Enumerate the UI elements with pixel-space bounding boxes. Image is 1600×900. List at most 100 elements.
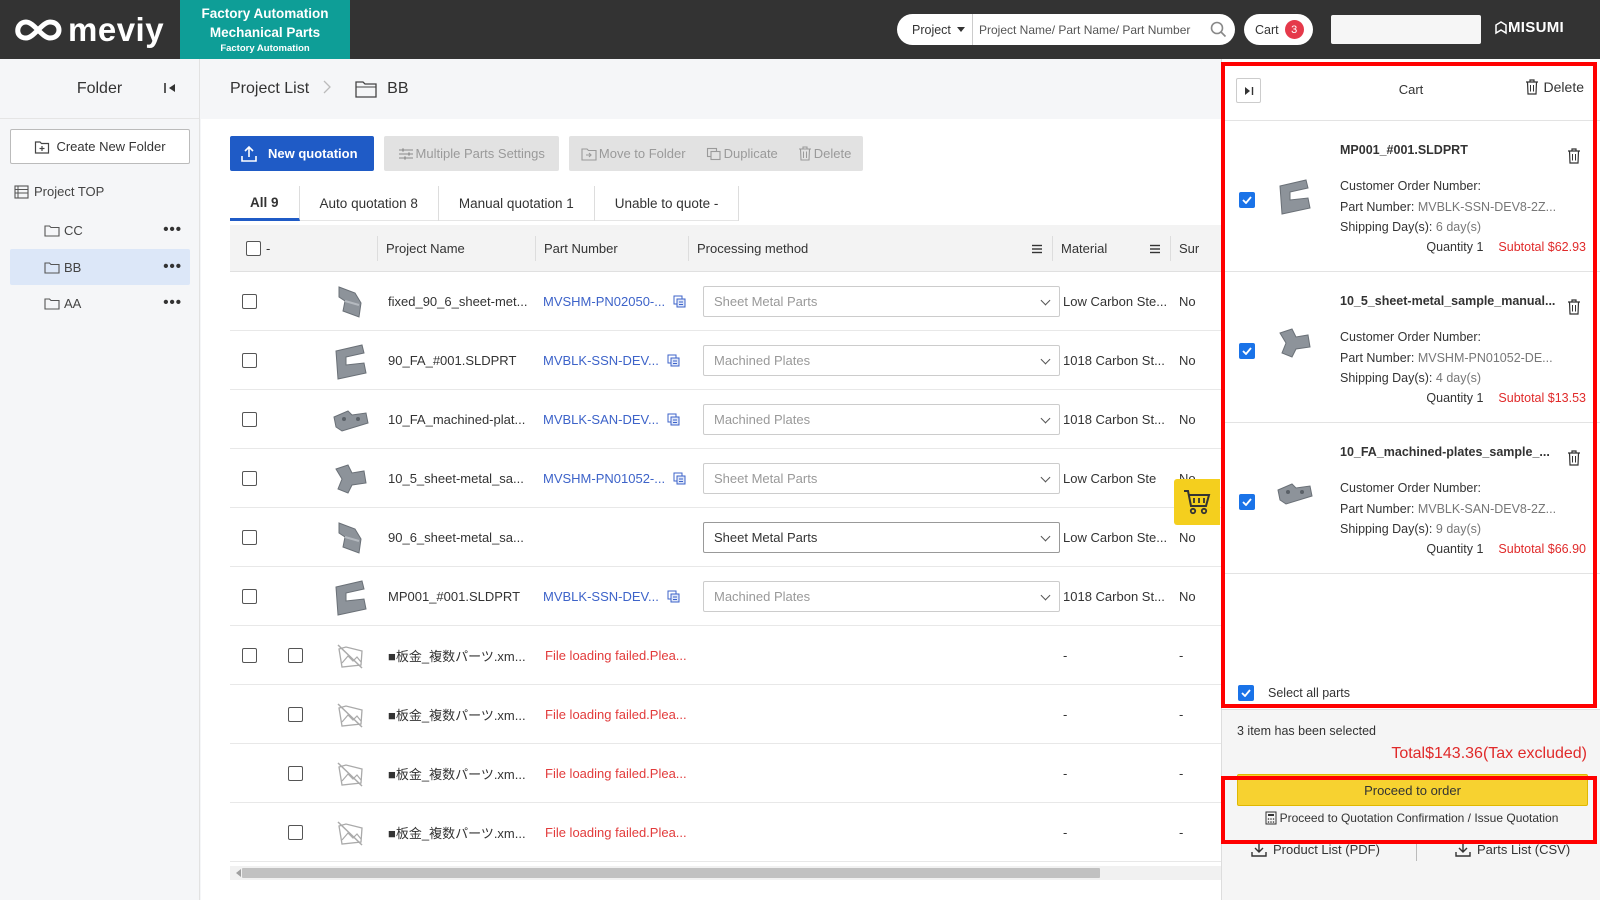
cart-button[interactable]: Cart 3 [1244, 14, 1313, 45]
part-thumbnail[interactable] [330, 331, 370, 390]
tab-all[interactable]: All 9 [230, 186, 300, 221]
cart-item-thumbnail[interactable] [1274, 478, 1314, 511]
column-processing-method[interactable]: Processing method [688, 236, 1051, 261]
part-number-cell[interactable]: MVBLK-SSN-DEV... [543, 331, 691, 390]
breadcrumb-root[interactable]: Project List [230, 80, 309, 98]
part-thumbnail[interactable] [330, 449, 370, 508]
column-menu-icon[interactable] [1031, 244, 1043, 254]
remove-item-button[interactable] [1567, 148, 1581, 167]
column-project-name[interactable]: Project Name [377, 236, 465, 261]
select-all-parts[interactable]: Select all parts [1238, 685, 1350, 701]
part-number-link[interactable]: MVBLK-SSN-DEV... [543, 589, 659, 604]
floating-cart-button[interactable] [1174, 479, 1220, 525]
table-row[interactable]: ■板金_複数パーツ.xm... File loading failed.Plea.… [230, 803, 1221, 862]
row-checkbox[interactable] [242, 530, 257, 545]
project-name-cell[interactable]: 90_6_sheet-metal_sa... [388, 508, 533, 567]
row-checkbox[interactable] [242, 648, 257, 663]
copy-icon[interactable] [667, 413, 680, 426]
part-number-link[interactable]: MVBLK-SSN-DEV... [543, 353, 659, 368]
project-name-cell[interactable]: ■板金_複数パーツ.xm... [388, 685, 533, 744]
horizontal-scrollbar[interactable] [230, 866, 1221, 880]
processing-method-select[interactable]: Sheet Metal Parts [703, 463, 1060, 494]
part-number-link[interactable]: MVBLK-SAN-DEV... [543, 412, 659, 427]
column-surface[interactable]: Sur [1170, 236, 1199, 261]
part-thumbnail[interactable] [330, 567, 370, 626]
part-thumbnail[interactable] [330, 390, 370, 449]
part-thumbnail[interactable] [330, 744, 370, 803]
processing-method-select[interactable]: Machined Plates [703, 581, 1060, 612]
quotation-confirmation-link[interactable]: Proceed to Quotation Confirmation / Issu… [1222, 811, 1600, 825]
table-row[interactable]: 10_FA_machined-plat... MVBLK-SAN-DEV... Ma… [230, 390, 1221, 449]
search-scope-select[interactable]: Project [897, 14, 973, 45]
user-account-box[interactable] [1331, 15, 1481, 44]
part-number-link[interactable]: MVSHM-PN01052-... [543, 471, 665, 486]
processing-method-select[interactable]: Machined Plates [703, 345, 1060, 376]
close-cart-icon[interactable] [1236, 78, 1261, 103]
part-thumbnail[interactable] [330, 508, 370, 567]
product-list-pdf-button[interactable]: Product List (PDF) [1250, 840, 1380, 858]
cart-item-checkbox[interactable] [1239, 494, 1255, 510]
part-thumbnail[interactable] [330, 272, 370, 331]
row-checkbox[interactable] [242, 294, 257, 309]
proceed-to-order-button[interactable]: Proceed to order [1237, 774, 1588, 806]
project-top-item[interactable]: Project TOP [14, 184, 104, 199]
cart-item-thumbnail[interactable] [1274, 327, 1314, 362]
sub-row-checkbox[interactable] [288, 707, 303, 722]
misumi-logo[interactable]: MISUMI [1494, 19, 1564, 36]
scrollbar-thumb[interactable] [242, 868, 1100, 878]
cart-item-checkbox[interactable] [1239, 343, 1255, 359]
more-options-icon[interactable]: ••• [163, 294, 182, 311]
processing-method-select[interactable]: Sheet Metal Parts [703, 522, 1060, 553]
part-number-link[interactable]: MVSHM-PN02050-... [543, 294, 665, 309]
select-all-checkbox[interactable] [246, 241, 261, 256]
copy-icon[interactable] [673, 295, 686, 308]
new-quotation-button[interactable]: New quotation [230, 136, 374, 171]
table-row[interactable]: fixed_90_6_sheet-met... MVSHM-PN02050-...… [230, 272, 1221, 331]
part-number-cell[interactable]: MVBLK-SAN-DEV... [543, 390, 691, 449]
tab-manual-quotation[interactable]: Manual quotation 1 [439, 186, 595, 221]
project-name-cell[interactable]: ■板金_複数パーツ.xm... [388, 744, 533, 803]
column-material[interactable]: Material [1052, 236, 1169, 261]
remove-item-button[interactable] [1567, 299, 1581, 318]
part-number-cell[interactable]: MVBLK-SSN-DEV... [543, 567, 691, 626]
part-number-cell[interactable]: MVSHM-PN02050-... [543, 272, 691, 331]
cart-item-checkbox[interactable] [1239, 192, 1255, 208]
table-row[interactable]: 90_FA_#001.SLDPRT MVBLK-SSN-DEV... Machine… [230, 331, 1221, 390]
table-row[interactable]: ■板金_複数パーツ.xm... File loading failed.Plea.… [230, 626, 1221, 685]
category-badge[interactable]: Factory Automation Mechanical Parts Fact… [180, 0, 350, 59]
sub-row-checkbox[interactable] [288, 766, 303, 781]
copy-icon[interactable] [667, 354, 680, 367]
folder-item-cc[interactable]: CC ••• [10, 212, 190, 248]
project-name-cell[interactable]: ■板金_複数パーツ.xm... [388, 626, 533, 685]
parts-list-csv-button[interactable]: Parts List (CSV) [1454, 840, 1570, 858]
copy-icon[interactable] [667, 590, 680, 603]
sub-row-checkbox[interactable] [288, 648, 303, 663]
select-all-parts-checkbox[interactable] [1238, 685, 1254, 701]
multiple-parts-settings-button[interactable]: Multiple Parts Settings [383, 136, 559, 171]
scroll-left-icon[interactable] [232, 869, 241, 877]
search-icon[interactable] [1201, 21, 1235, 38]
sub-row-checkbox[interactable] [288, 825, 303, 840]
table-row[interactable]: ■板金_複数パーツ.xm... File loading failed.Plea.… [230, 685, 1221, 744]
column-menu-icon[interactable] [1149, 244, 1161, 254]
row-checkbox[interactable] [242, 353, 257, 368]
table-row[interactable]: 90_6_sheet-metal_sa... Sheet Metal Parts L… [230, 508, 1221, 567]
collapse-sidebar-icon[interactable] [163, 81, 177, 100]
row-checkbox[interactable] [242, 412, 257, 427]
folder-item-bb[interactable]: BB ••• [10, 249, 190, 285]
duplicate-button[interactable]: Duplicate [706, 146, 778, 161]
move-to-folder-button[interactable]: Move to Folder [581, 146, 686, 161]
part-thumbnail[interactable] [330, 626, 370, 685]
cart-delete-button[interactable]: Delete [1525, 79, 1584, 95]
copy-icon[interactable] [673, 472, 686, 485]
tab-unable-to-quote[interactable]: Unable to quote - [595, 186, 740, 221]
table-row[interactable]: 10_5_sheet-metal_sa... MVSHM-PN01052-... S… [230, 449, 1221, 508]
cart-item-thumbnail[interactable] [1274, 176, 1314, 219]
more-options-icon[interactable]: ••• [163, 221, 182, 238]
tab-auto-quotation[interactable]: Auto quotation 8 [300, 186, 439, 221]
part-thumbnail[interactable] [330, 685, 370, 744]
project-name-cell[interactable]: 10_5_sheet-metal_sa... [388, 449, 533, 508]
row-checkbox[interactable] [242, 589, 257, 604]
project-name-cell[interactable]: 10_FA_machined-plat... [388, 390, 533, 449]
project-name-cell[interactable]: 90_FA_#001.SLDPRT [388, 331, 533, 390]
